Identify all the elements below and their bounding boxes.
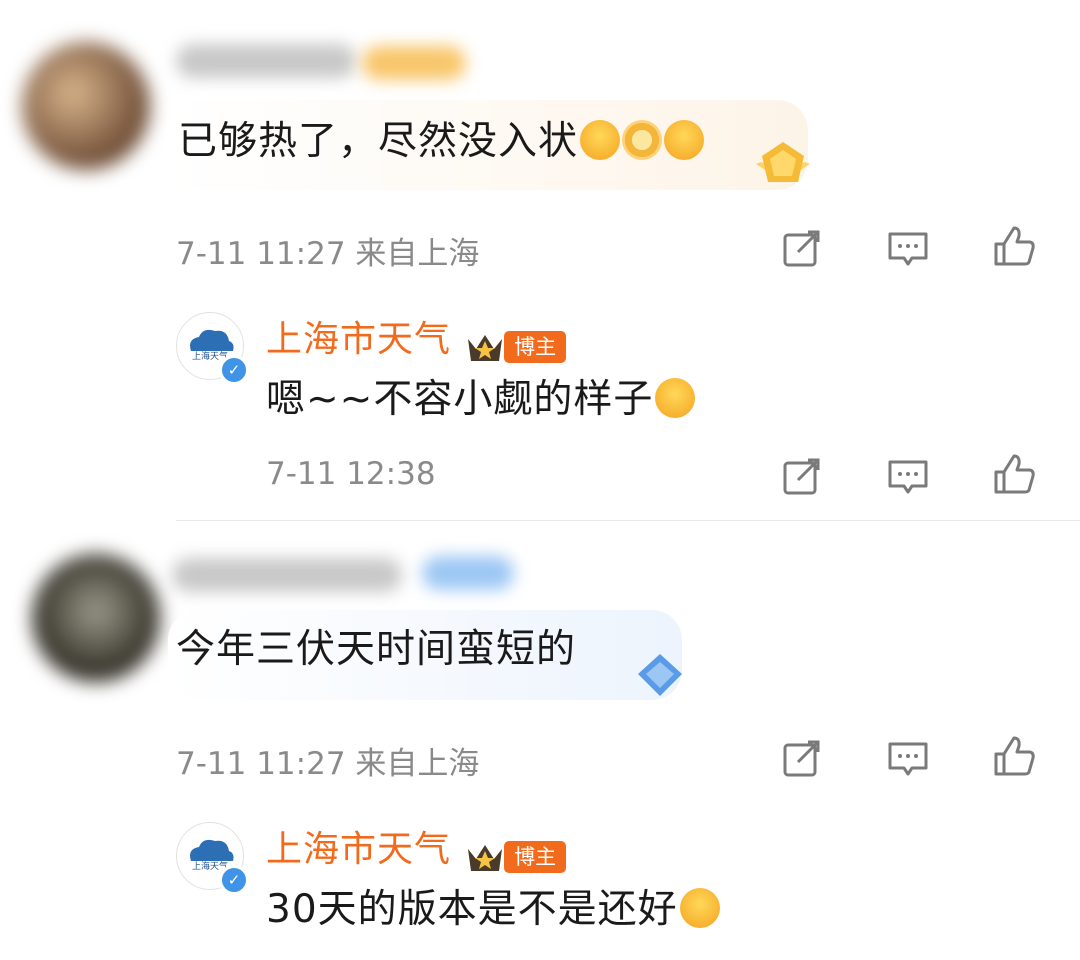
glasses-face-emoji	[655, 378, 696, 418]
reply-author-name[interactable]: 上海市天气	[266, 829, 451, 870]
comment-icon[interactable]	[886, 736, 930, 780]
reply-author-avatar[interactable]: 上海天气 ✓	[176, 822, 249, 895]
comment-icon[interactable]	[886, 226, 930, 270]
reply-author-avatar[interactable]: 上海天气 ✓	[176, 312, 249, 385]
author-badge: 博主	[504, 840, 567, 873]
commenter-avatar[interactable]	[22, 42, 150, 170]
comment-text-content: 已够热了，尽然没入状	[178, 119, 579, 164]
comment-meta: 7-11 11:27 来自上海	[176, 236, 480, 272]
shocked-face-emoji	[664, 120, 705, 160]
reply-author-name[interactable]: 上海市天气	[266, 319, 451, 360]
commenter-name[interactable]	[176, 44, 356, 78]
like-icon[interactable]	[992, 734, 1036, 778]
reply-text: 嗯~~不容小觑的样子	[266, 368, 696, 424]
comment-icon[interactable]	[886, 454, 930, 498]
sunflower-emoji	[622, 120, 663, 160]
verified-icon: ✓	[219, 355, 249, 385]
commenter-avatar[interactable]	[32, 554, 160, 682]
wink-face-emoji	[679, 888, 720, 928]
crown-icon	[466, 841, 504, 873]
reply-header: 上海市天气 博主	[266, 310, 567, 363]
verified-icon: ✓	[219, 865, 249, 895]
comment-text-content: 今年三伏天时间蛮短的	[176, 627, 577, 672]
commenter-name[interactable]	[172, 558, 402, 592]
reply-text-content: 30天的版本是不是还好	[266, 887, 678, 932]
like-icon[interactable]	[992, 452, 1036, 496]
comment-text: 今年三伏天时间蛮短的	[176, 620, 576, 680]
share-icon[interactable]	[780, 736, 824, 780]
like-icon[interactable]	[992, 224, 1036, 268]
fan-badge-icon	[752, 138, 814, 194]
reply-header: 上海市天气 博主	[266, 820, 567, 873]
reply-meta: 7-11 12:38	[266, 456, 436, 492]
share-icon[interactable]	[780, 454, 824, 498]
reply-text: 30天的版本是不是还好	[266, 878, 720, 934]
fan-badge-icon	[630, 650, 690, 700]
crown-icon	[466, 331, 504, 363]
reply-text-content: 嗯~~不容小觑的样子	[266, 377, 654, 422]
author-badge: 博主	[504, 330, 567, 363]
comment-meta: 7-11 11:27 来自上海	[176, 746, 480, 782]
blushing-face-emoji	[580, 120, 621, 160]
comment-text: 已够热了，尽然没入状	[178, 112, 705, 172]
commenter-badge	[422, 556, 514, 590]
commenter-badge	[362, 46, 466, 80]
share-icon[interactable]	[780, 226, 824, 270]
comment-divider	[176, 520, 1080, 521]
